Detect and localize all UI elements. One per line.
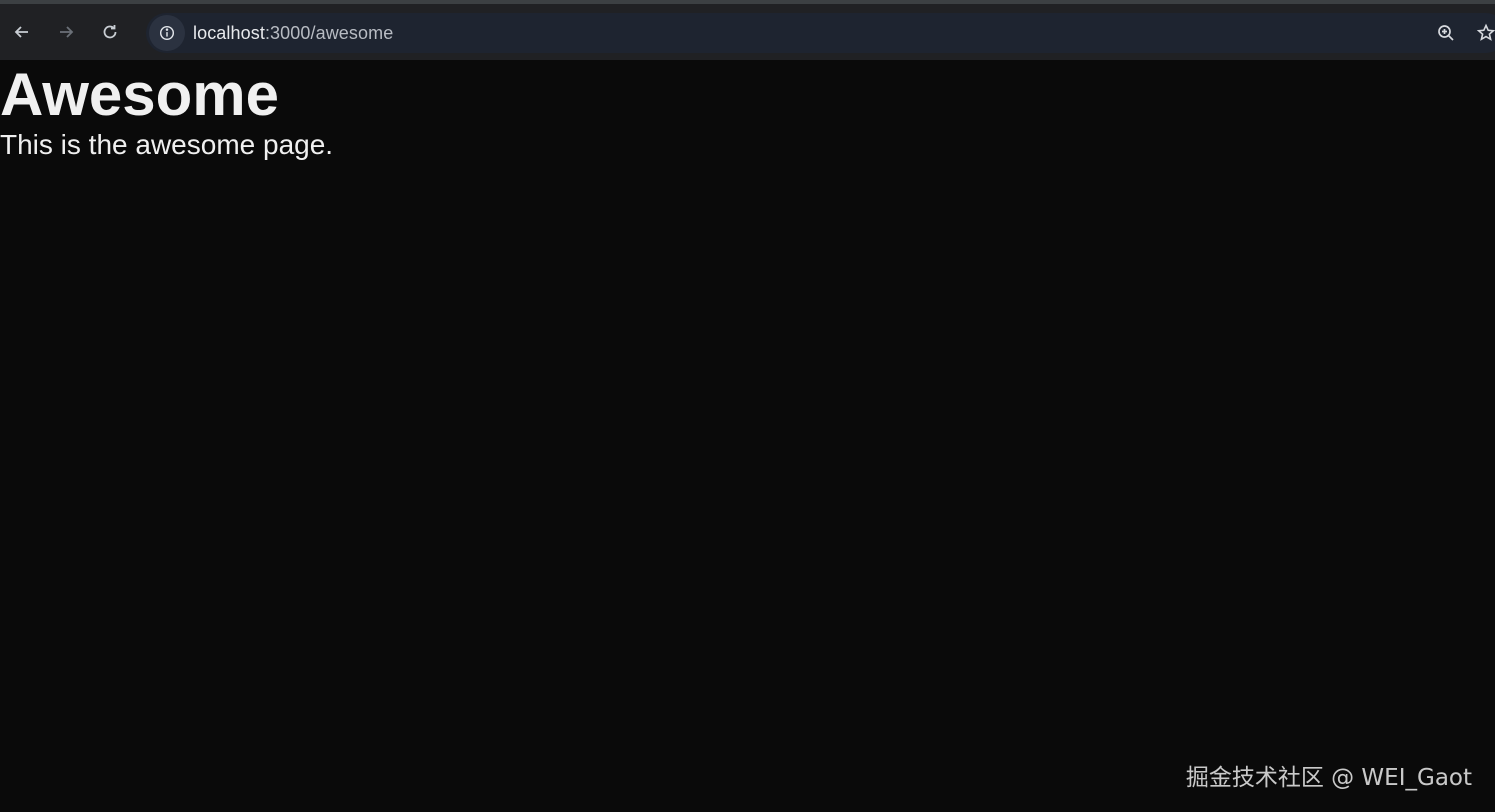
forward-button[interactable] [44, 10, 88, 54]
address-bar[interactable]: localhost:3000/awesome [146, 13, 1495, 53]
page-heading: Awesome [0, 61, 280, 128]
arrow-right-icon [60, 26, 74, 38]
reload-icon [103, 25, 117, 39]
url-text[interactable]: localhost:3000/awesome [193, 23, 393, 44]
arrow-left-icon [14, 26, 28, 38]
star-icon [1476, 23, 1495, 41]
browser-toolbar: localhost:3000/awesome [0, 0, 1495, 60]
bookmark-button[interactable] [1466, 13, 1495, 53]
reload-button[interactable] [88, 10, 132, 54]
info-icon [159, 25, 175, 41]
zoom-button[interactable] [1426, 13, 1466, 53]
zoom-in-icon [1438, 25, 1454, 41]
page-description: This is the awesome page. [0, 129, 334, 160]
page-content: Awesome This is the awesome page. [0, 60, 1495, 812]
back-button[interactable] [0, 10, 44, 54]
site-info-button[interactable] [149, 15, 185, 51]
url-host: localhost [193, 22, 265, 43]
url-path: :3000/awesome [264, 22, 394, 43]
watermark: 掘金技术社区 @ WEI_Gaot [1185, 765, 1472, 791]
address-bar-actions [1426, 13, 1495, 53]
